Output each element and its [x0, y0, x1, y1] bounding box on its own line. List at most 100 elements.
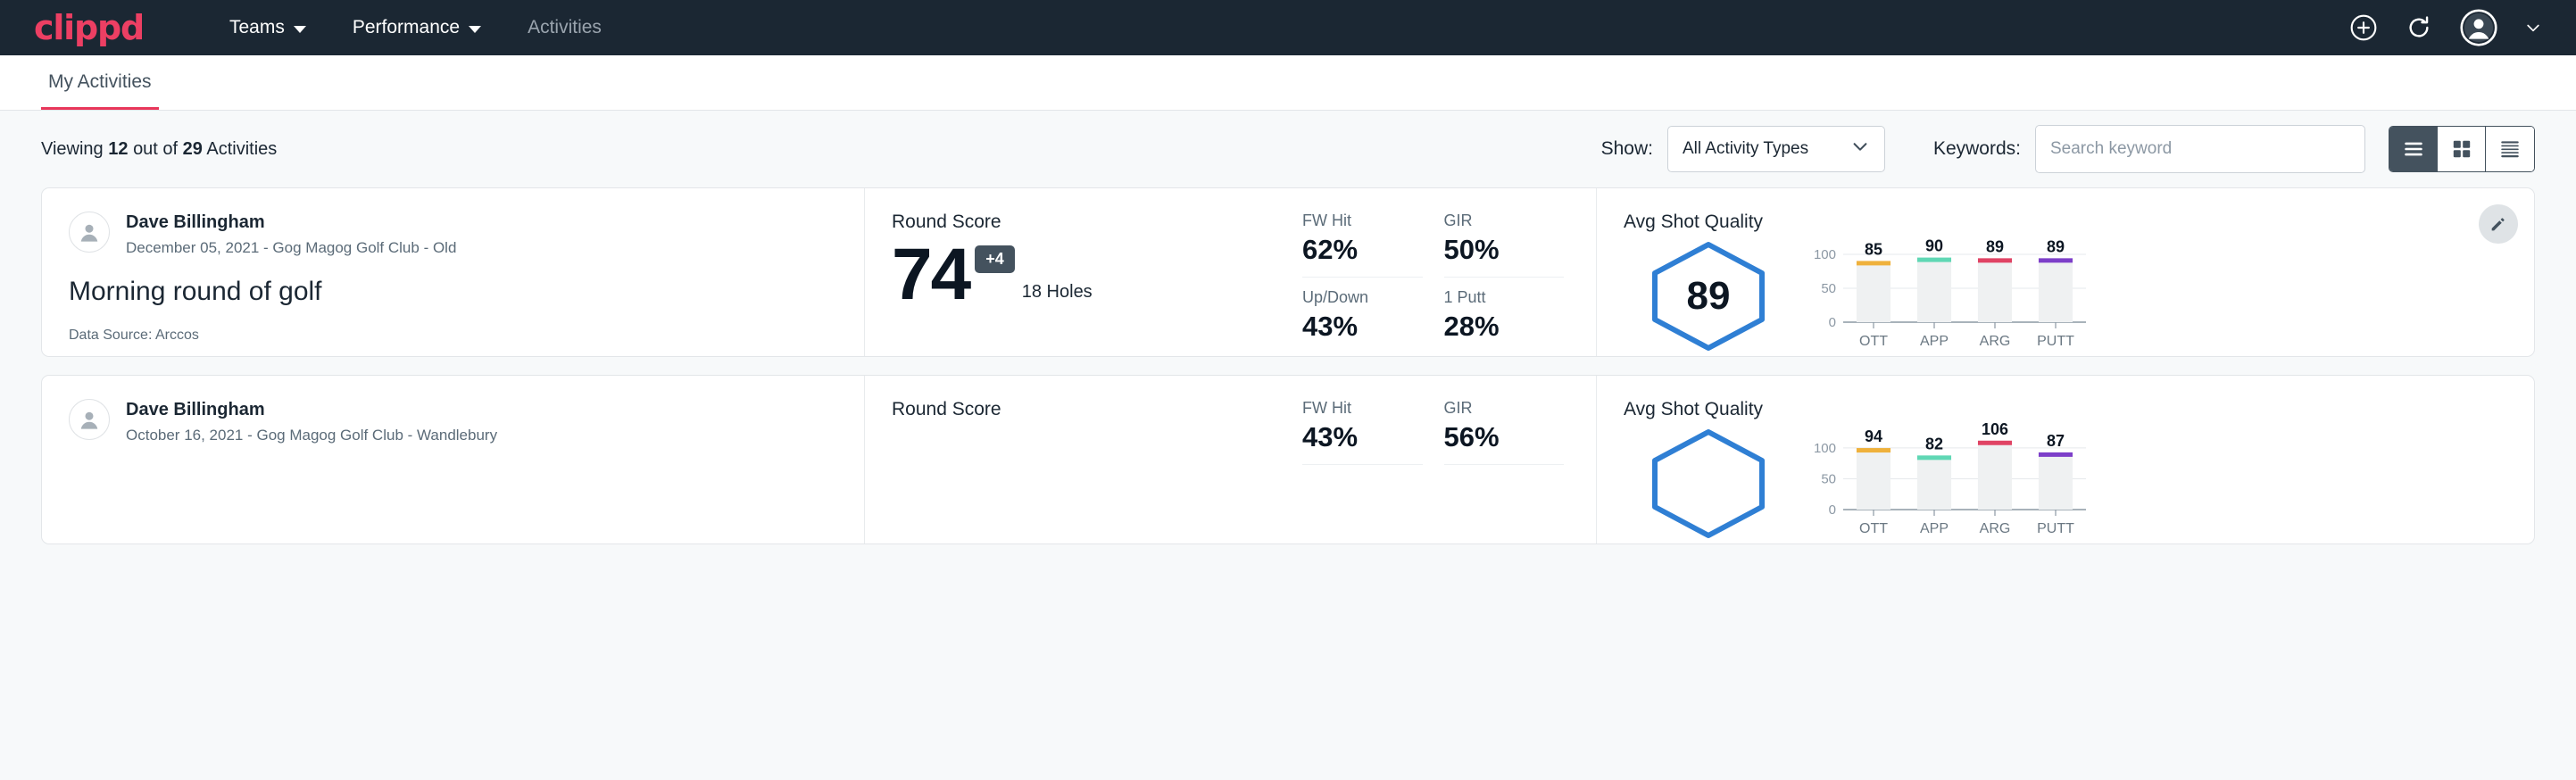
nav-item-teams[interactable]: Teams [206, 0, 329, 55]
activity-title: Morning round of golf [69, 277, 839, 307]
avg-shot-quality-label: Avg Shot Quality [1624, 399, 2534, 420]
nav-item-performance-label: Performance [353, 0, 460, 55]
round-score-label: Round Score [892, 399, 1302, 420]
tab-my-activities[interactable]: My Activities [41, 71, 159, 110]
avg-shot-quality-body: 05010094OTT82APP106ARG87PUTT [1624, 422, 2534, 544]
view-mode-grid-button[interactable] [2438, 127, 2486, 171]
primary-nav: Teams Performance Activities [206, 0, 625, 55]
bar-chart-svg: 05010085OTT90APP89ARG89PUTT [1806, 235, 2091, 353]
score-to-par-badge: +4 [975, 245, 1015, 273]
stat-fw-hit-value: 43% [1302, 421, 1423, 453]
activity-author: Dave Billingham October 16, 2021 - Gog M… [69, 399, 839, 444]
nav-item-activities[interactable]: Activities [504, 0, 625, 55]
round-score-section: Round Score [865, 376, 1302, 544]
stat-gir: GIR 56% [1444, 399, 1565, 465]
quality-hexagon: 89 [1646, 239, 1771, 353]
view-mode-list-button[interactable] [2389, 127, 2438, 171]
avg-shot-quality-label: Avg Shot Quality [1624, 212, 2534, 233]
svg-text:APP: APP [1920, 521, 1949, 536]
view-mode-toggle-group [2389, 126, 2535, 172]
svg-text:87: 87 [2047, 432, 2065, 450]
stat-up-down-value: 43% [1302, 311, 1423, 343]
stat-fw-hit: FW Hit 43% [1302, 399, 1423, 465]
stat-fw-hit-label: FW Hit [1302, 399, 1423, 418]
stat-gir: GIR 50% [1444, 212, 1565, 278]
stat-up-down: Up/Down 43% [1302, 278, 1423, 343]
shot-quality-bar-chart: 05010094OTT82APP106ARG87PUTT [1806, 422, 2091, 544]
chevron-down-icon [469, 26, 481, 33]
stat-one-putt-label: 1 Putt [1444, 288, 1565, 307]
stat-one-putt-value: 28% [1444, 311, 1565, 343]
svg-text:ARG: ARG [1980, 334, 2011, 349]
quality-hexagon-wrap [1624, 427, 1793, 541]
view-mode-compact-button[interactable] [2486, 127, 2534, 171]
hexagon-icon [1646, 427, 1771, 541]
shot-quality-bar-chart: 05010085OTT90APP89ARG89PUTT [1806, 235, 2091, 357]
svg-text:0: 0 [1829, 502, 1836, 518]
round-stats-grid: FW Hit 43% GIR 56% [1302, 376, 1597, 544]
quality-hexagon-wrap: 89 [1624, 239, 1793, 353]
activity-author: Dave Billingham December 05, 2021 - Gog … [69, 212, 839, 257]
svg-text:ARG: ARG [1980, 521, 2011, 536]
chevron-down-icon [294, 26, 306, 33]
svg-text:89: 89 [1986, 237, 2004, 255]
show-label: Show: [1601, 138, 1653, 160]
svg-text:100: 100 [1814, 441, 1836, 456]
stat-fw-hit: FW Hit 62% [1302, 212, 1423, 278]
activity-card[interactable]: Dave Billingham October 16, 2021 - Gog M… [41, 375, 2535, 544]
stat-fw-hit-value: 62% [1302, 234, 1423, 266]
svg-text:PUTT: PUTT [2037, 334, 2074, 349]
quality-hexagon [1646, 427, 1771, 541]
activity-card-info: Dave Billingham October 16, 2021 - Gog M… [42, 376, 865, 544]
viewing-mid: out of [133, 139, 178, 159]
nav-item-activities-label: Activities [528, 0, 602, 55]
account-avatar-icon[interactable] [2460, 9, 2497, 46]
svg-text:APP: APP [1920, 334, 1949, 349]
page-body: Viewing 12 out of 29 Activities Show: Al… [0, 111, 2576, 780]
app-logo[interactable]: clippd [34, 8, 144, 47]
stat-up-down-label: Up/Down [1302, 288, 1423, 307]
account-chevron-down-icon[interactable] [2524, 19, 2542, 37]
avg-shot-quality-section: Avg Shot Quality 89 05010085OTT90APP89AR… [1597, 188, 2534, 356]
svg-text:PUTT: PUTT [2037, 521, 2074, 536]
svg-text:OTT: OTT [1859, 521, 1888, 536]
stat-gir-value: 50% [1444, 234, 1565, 266]
plus-circle-icon[interactable] [2349, 13, 2378, 42]
tab-strip: My Activities [0, 55, 2576, 111]
filter-controls: Show: All Activity Types Keywords: [1601, 125, 2535, 173]
nav-item-teams-label: Teams [229, 0, 285, 55]
viewing-summary: Viewing 12 out of 29 Activities [41, 139, 277, 160]
chevron-down-icon [1850, 137, 1870, 162]
refresh-icon[interactable] [2405, 13, 2433, 42]
svg-text:50: 50 [1821, 281, 1836, 296]
viewing-prefix: Viewing [41, 139, 104, 159]
activity-type-select[interactable]: All Activity Types [1667, 126, 1885, 172]
round-stats-grid: FW Hit 62% GIR 50% Up/Down 43% 1 Putt 28… [1302, 188, 1597, 356]
quality-score-value: 89 [1687, 274, 1731, 319]
svg-text:0: 0 [1829, 315, 1836, 330]
filter-bar: Viewing 12 out of 29 Activities Show: Al… [41, 111, 2535, 187]
stat-gir-label: GIR [1444, 399, 1565, 418]
round-score-section: Round Score 74 +4 18 Holes [865, 188, 1302, 356]
stat-gir-value: 56% [1444, 421, 1565, 453]
svg-text:82: 82 [1925, 435, 1943, 452]
avg-shot-quality-body: 89 05010085OTT90APP89ARG89PUTT [1624, 235, 2534, 357]
activity-card[interactable]: Dave Billingham December 05, 2021 - Gog … [41, 187, 2535, 357]
bar-chart-svg: 05010094OTT82APP106ARG87PUTT [1806, 422, 2091, 540]
top-navigation-bar: clippd Teams Performance Activities [0, 0, 2576, 55]
search-input[interactable] [2035, 125, 2365, 173]
round-score-value: 74 [892, 240, 969, 310]
svg-text:90: 90 [1925, 237, 1943, 255]
stat-gir-label: GIR [1444, 212, 1565, 230]
round-score-value-row: 74 +4 18 Holes [892, 240, 1302, 310]
avatar [69, 399, 110, 440]
svg-text:OTT: OTT [1859, 334, 1888, 349]
pencil-icon [2489, 214, 2508, 234]
viewing-suffix: Activities [206, 139, 277, 159]
keywords-label: Keywords: [1933, 138, 2021, 160]
edit-activity-button[interactable] [2479, 204, 2518, 244]
nav-item-performance[interactable]: Performance [329, 0, 504, 55]
stat-one-putt: 1 Putt 28% [1444, 278, 1565, 343]
avatar [69, 212, 110, 253]
viewing-count: 12 [108, 139, 128, 159]
